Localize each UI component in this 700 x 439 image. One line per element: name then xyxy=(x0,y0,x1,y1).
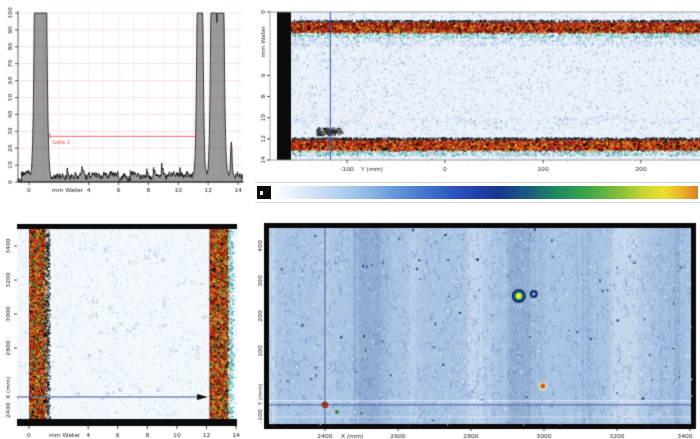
wfm-scan-analyzer-plot[interactable] xyxy=(255,205,700,439)
colorbar-gradient xyxy=(271,186,698,199)
separator-line xyxy=(255,202,700,203)
vert-b-scan-plot[interactable] xyxy=(0,208,250,439)
scan-analyzer-window: A Scan Horz B Scan Vert B Scan Wfm Scan … xyxy=(0,0,700,439)
horz-b-scan-plot[interactable] xyxy=(255,0,700,182)
separator-line xyxy=(255,182,700,183)
a-scan-plot[interactable] xyxy=(0,0,250,200)
colorbar-end-cap xyxy=(257,186,271,199)
amplitude-colorbar xyxy=(257,186,698,199)
colorbar-marker-icon xyxy=(260,191,263,195)
